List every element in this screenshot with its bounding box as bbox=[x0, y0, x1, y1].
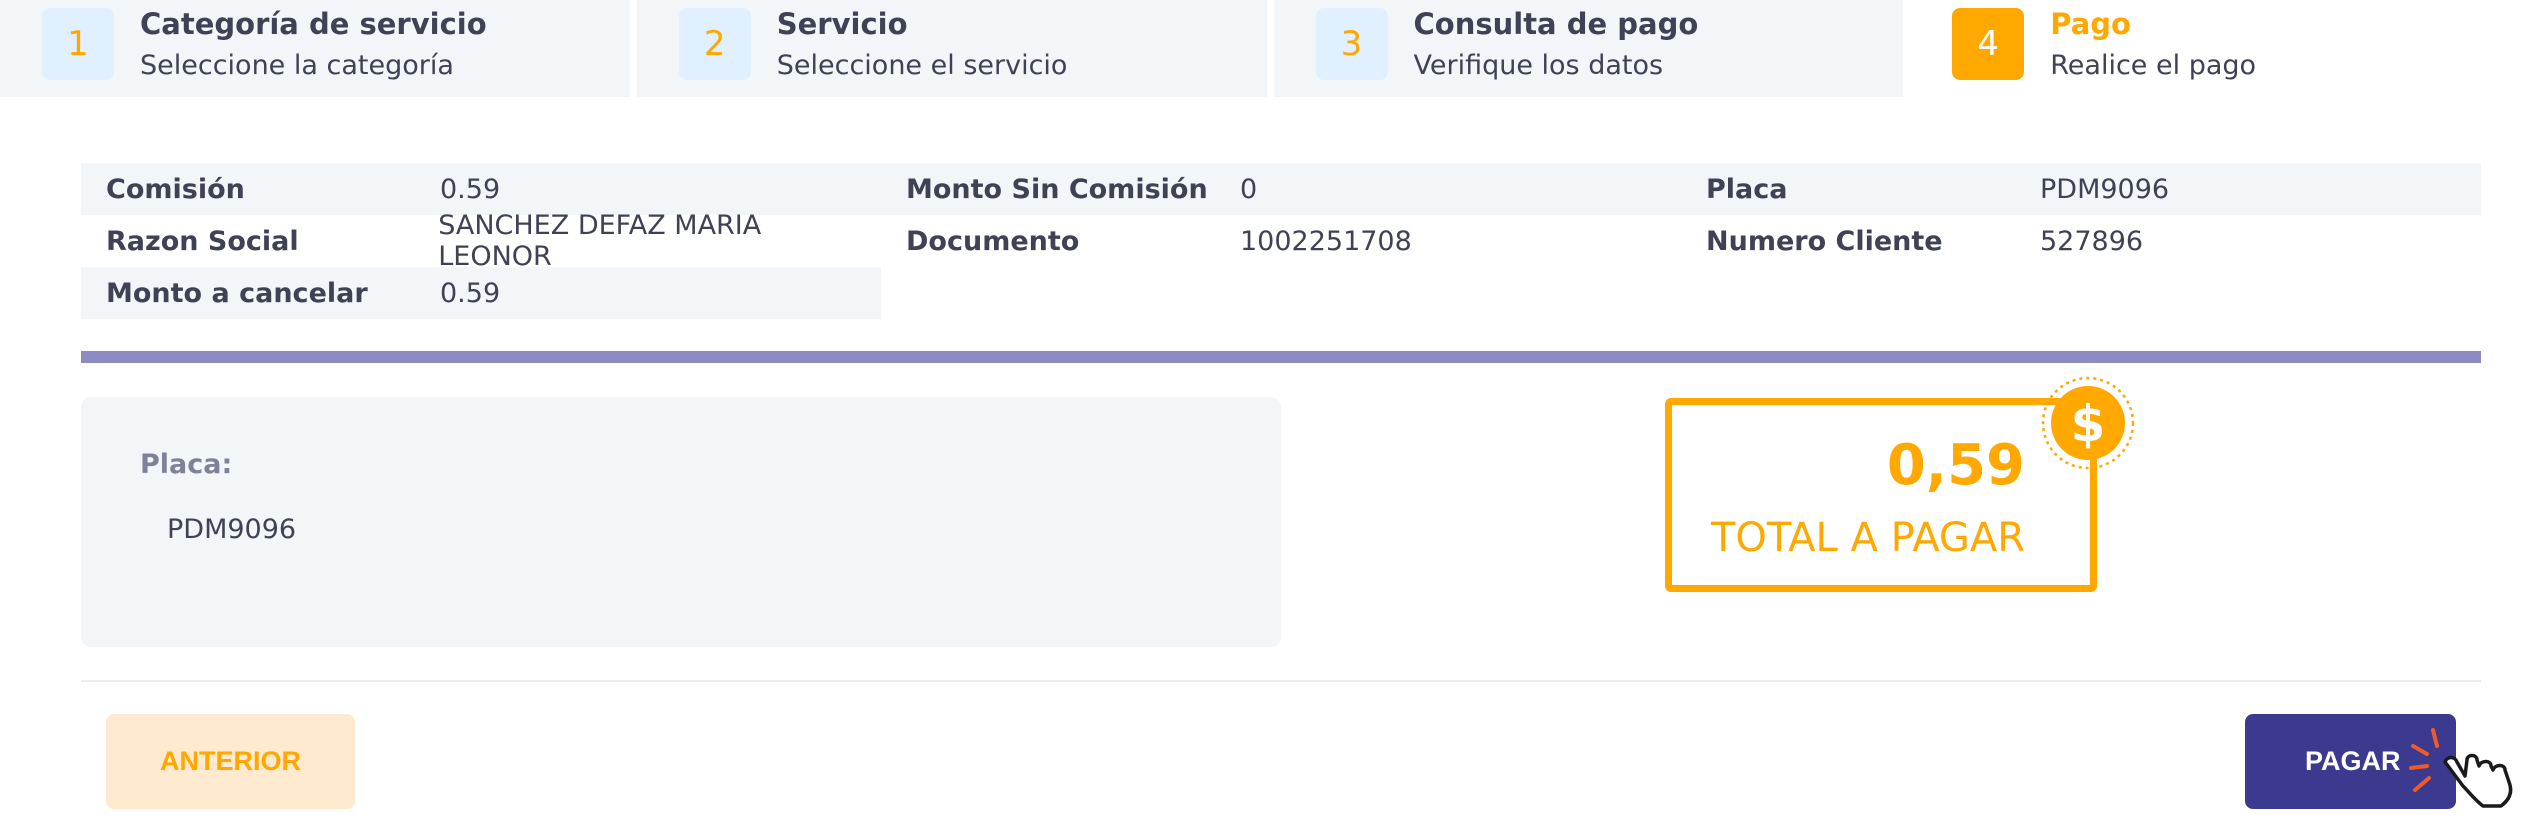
info-label: Documento bbox=[906, 225, 1080, 257]
info-label: Comisión bbox=[106, 173, 245, 205]
info-row: Comisión 0.59 Monto Sin Comisión 0 Placa… bbox=[81, 163, 2481, 215]
step-number: 4 bbox=[1952, 8, 2025, 80]
info-row: Razon Social SANCHEZ DEFAZ MARIA LEONOR … bbox=[81, 210, 2481, 272]
step-subtitle: Seleccione la categoría bbox=[140, 50, 454, 81]
payment-info-table: Comisión 0.59 Monto Sin Comisión 0 Placa… bbox=[81, 163, 2481, 319]
step-title: Pago bbox=[2050, 7, 2131, 41]
step-subtitle: Verifique los datos bbox=[1413, 50, 1664, 81]
total-label: TOTAL A PAGAR bbox=[1710, 515, 2025, 561]
info-cell-placa: Placa PDM9096 bbox=[1681, 163, 2481, 215]
step-servicio[interactable]: 2 Servicio Seleccione el servicio bbox=[636, 0, 1267, 97]
step-title: Categoría de servicio bbox=[140, 7, 487, 41]
total-box: 0,59 TOTAL A PAGAR bbox=[1665, 398, 2097, 592]
info-cell-numero-cliente: Numero Cliente 527896 bbox=[1681, 215, 2481, 267]
info-label: Numero Cliente bbox=[1706, 225, 1943, 257]
section-divider bbox=[81, 351, 2481, 363]
pointing-hand-icon bbox=[2409, 728, 2513, 808]
info-value: SANCHEZ DEFAZ MARIA LEONOR bbox=[438, 210, 762, 272]
step-subtitle: Realice el pago bbox=[2050, 50, 2257, 81]
info-label: Razon Social bbox=[106, 225, 299, 257]
info-label: Placa bbox=[1706, 173, 1788, 205]
coin-symbol: $ bbox=[2071, 395, 2106, 453]
footer-separator bbox=[81, 680, 2481, 682]
info-cell-documento: Documento 1002251708 bbox=[881, 215, 1681, 267]
placa-field-card: Placa: PDM9096 bbox=[81, 397, 1281, 647]
info-cell-razon-social: Razon Social SANCHEZ DEFAZ MARIA LEONOR bbox=[81, 210, 881, 272]
placa-field-value: PDM9096 bbox=[167, 514, 297, 545]
step-title: Servicio bbox=[776, 7, 908, 41]
info-label: Monto a cancelar bbox=[106, 277, 368, 309]
info-row: Monto a cancelar 0.59 bbox=[81, 267, 2481, 319]
info-cell-monto-a-cancelar: Monto a cancelar 0.59 bbox=[81, 267, 881, 319]
total-amount: 0,59 bbox=[1886, 433, 2025, 498]
step-pago[interactable]: 4 Pago Realice el pago bbox=[1910, 0, 2540, 97]
step-subtitle: Seleccione el servicio bbox=[776, 50, 1068, 81]
info-value: PDM9096 bbox=[2040, 173, 2170, 205]
step-consulta[interactable]: 3 Consulta de pago Verifique los datos bbox=[1273, 0, 1904, 97]
info-cell-comision: Comisión 0.59 bbox=[81, 163, 881, 215]
info-value: 0.59 bbox=[440, 173, 501, 205]
wizard-stepper: 1 Categoría de servicio Seleccione la ca… bbox=[0, 0, 2540, 97]
step-number: 1 bbox=[42, 8, 114, 80]
previous-button[interactable]: ANTERIOR bbox=[106, 714, 355, 809]
info-value: 1002251708 bbox=[1240, 225, 1412, 257]
step-number: 2 bbox=[678, 8, 751, 80]
info-value: 0 bbox=[1240, 173, 1258, 205]
placa-field-label: Placa: bbox=[140, 449, 233, 480]
info-value: 0.59 bbox=[440, 277, 501, 309]
step-number: 3 bbox=[1315, 8, 1388, 80]
step-title: Consulta de pago bbox=[1413, 7, 1699, 41]
info-cell-monto-sin-comision: Monto Sin Comisión 0 bbox=[881, 163, 1681, 215]
dollar-coin-icon: $ bbox=[2041, 376, 2135, 470]
info-value: 527896 bbox=[2040, 225, 2144, 257]
step-categoria[interactable]: 1 Categoría de servicio Seleccione la ca… bbox=[0, 0, 630, 97]
info-label: Monto Sin Comisión bbox=[906, 173, 1208, 205]
